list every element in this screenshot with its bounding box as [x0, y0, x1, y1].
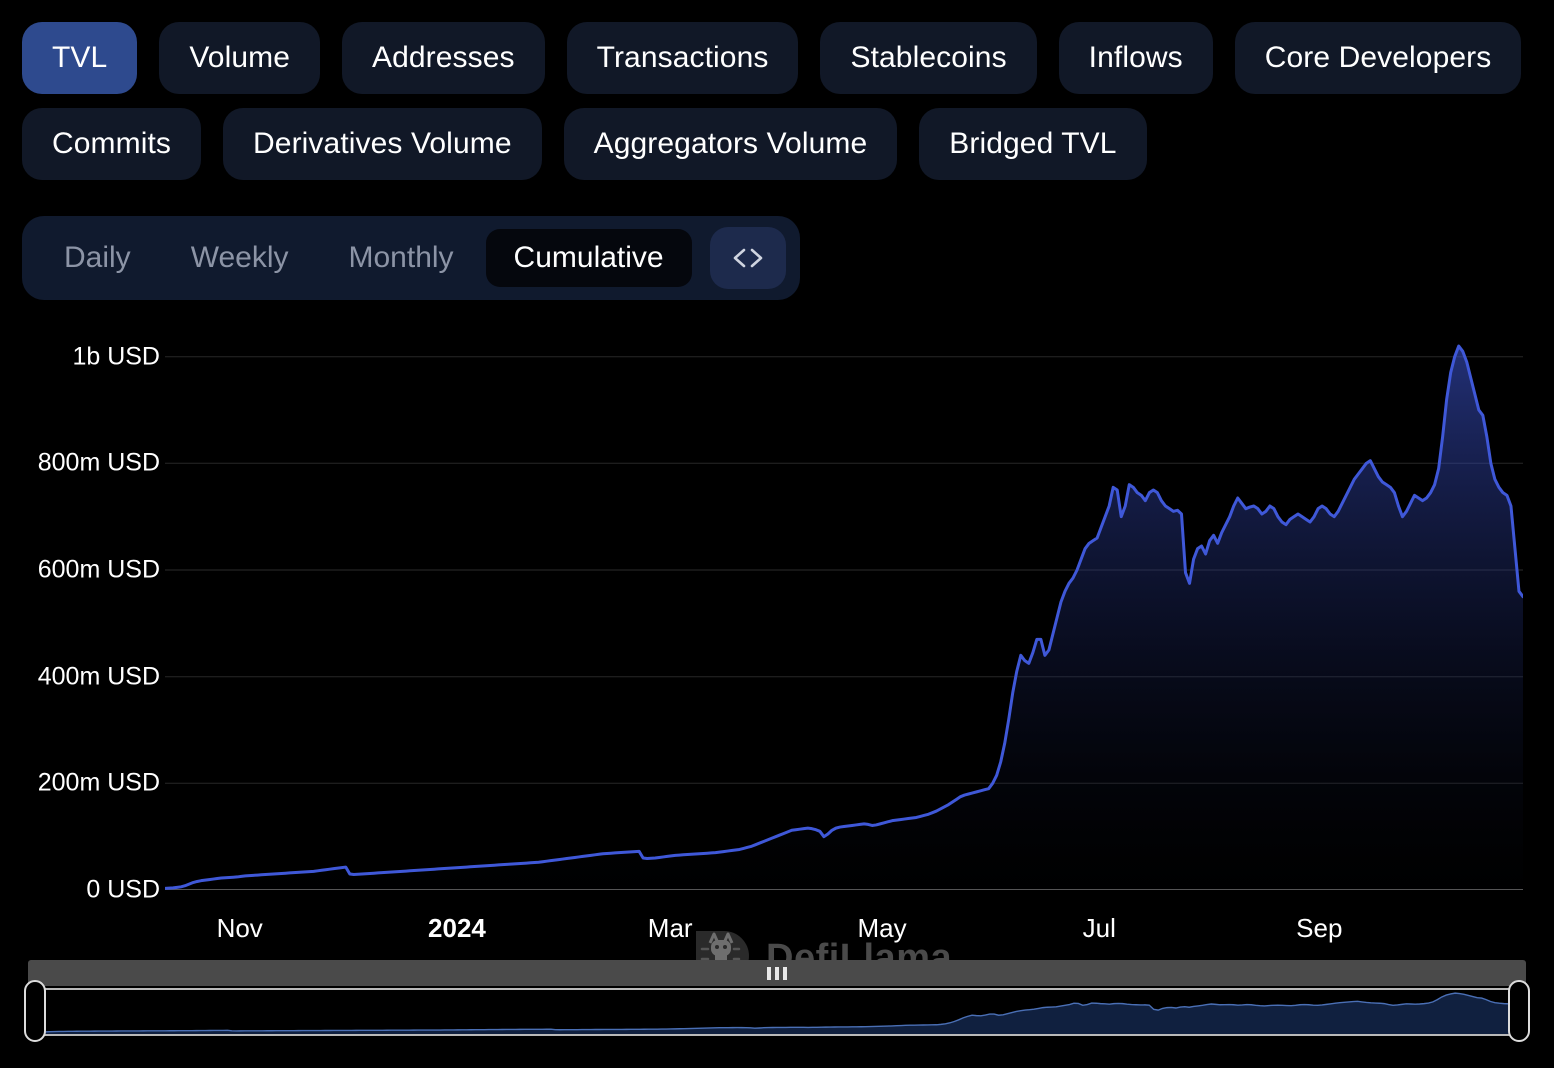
tvl-chart: 0 USD 200m USD 400m USD 600m USD 800m USD 1b … [0, 330, 1554, 940]
metric-tab-tvl[interactable]: TVL [22, 22, 137, 94]
y-axis-labels: 0 USD200m USD400m USD600m USD800m USD1b … [0, 330, 160, 870]
metric-tab-transactions[interactable]: Transactions [567, 22, 799, 94]
brush-right-handle[interactable] [1508, 980, 1530, 1042]
y-axis-tick-label: 0 USD [86, 876, 160, 905]
chart-plot-area[interactable] [165, 330, 1523, 890]
brush-preview-chart [28, 988, 1526, 1036]
interval-selector: DailyWeeklyMonthlyCumulative [22, 216, 800, 300]
metric-tab-stablecoins[interactable]: Stablecoins [820, 22, 1036, 94]
metric-tab-inflows[interactable]: Inflows [1059, 22, 1213, 94]
metric-tab-addresses[interactable]: Addresses [342, 22, 545, 94]
y-axis-tick-label: 400m USD [38, 662, 160, 691]
metric-tabs-row-2: Commits Derivatives Volume Aggregators Vol… [22, 108, 1532, 180]
y-axis-tick-label: 200m USD [38, 769, 160, 798]
metric-tab-commits[interactable]: Commits [22, 108, 201, 180]
x-axis-tick-label: Nov [217, 913, 263, 944]
metric-tab-volume[interactable]: Volume [159, 22, 320, 94]
y-axis-tick-label: 1b USD [72, 342, 160, 371]
x-axis-tick-label: Jul [1083, 913, 1116, 944]
interval-cumulative[interactable]: Cumulative [486, 229, 692, 287]
brush-left-handle[interactable] [24, 980, 46, 1042]
x-axis-tick-label: Sep [1296, 913, 1342, 944]
metric-tab-derivatives-volume[interactable]: Derivatives Volume [223, 108, 542, 180]
x-axis-tick-label: 2024 [428, 913, 486, 944]
metric-tabs: TVL Volume Addresses Transactions Stablecoin… [22, 22, 1532, 194]
metric-tab-core-developers[interactable]: Core Developers [1235, 22, 1522, 94]
metric-tab-aggregators-volume[interactable]: Aggregators Volume [564, 108, 898, 180]
metric-tabs-row-1: TVL Volume Addresses Transactions Stablecoin… [22, 22, 1532, 94]
metric-tab-bridged-tvl[interactable]: Bridged TVL [919, 108, 1146, 180]
code-brackets-icon [731, 247, 765, 269]
y-axis-tick-label: 600m USD [38, 556, 160, 585]
brush-drag-bar[interactable] [28, 960, 1526, 986]
chart-range-brush[interactable] [28, 960, 1526, 1038]
interval-daily[interactable]: Daily [36, 229, 159, 287]
interval-monthly[interactable]: Monthly [321, 229, 482, 287]
defillama-chart-page: TVL Volume Addresses Transactions Stablecoin… [0, 0, 1554, 1068]
x-axis-tick-label: May [857, 913, 906, 944]
interval-weekly[interactable]: Weekly [163, 229, 317, 287]
y-axis-tick-label: 800m USD [38, 449, 160, 478]
x-axis-tick-label: Mar [648, 913, 693, 944]
brush-grip[interactable] [767, 967, 787, 980]
code-brackets-button[interactable] [710, 227, 786, 289]
x-axis-labels: Nov 2024 Mar May Jul Sep [165, 895, 1523, 945]
chart-area-fill [165, 346, 1523, 890]
